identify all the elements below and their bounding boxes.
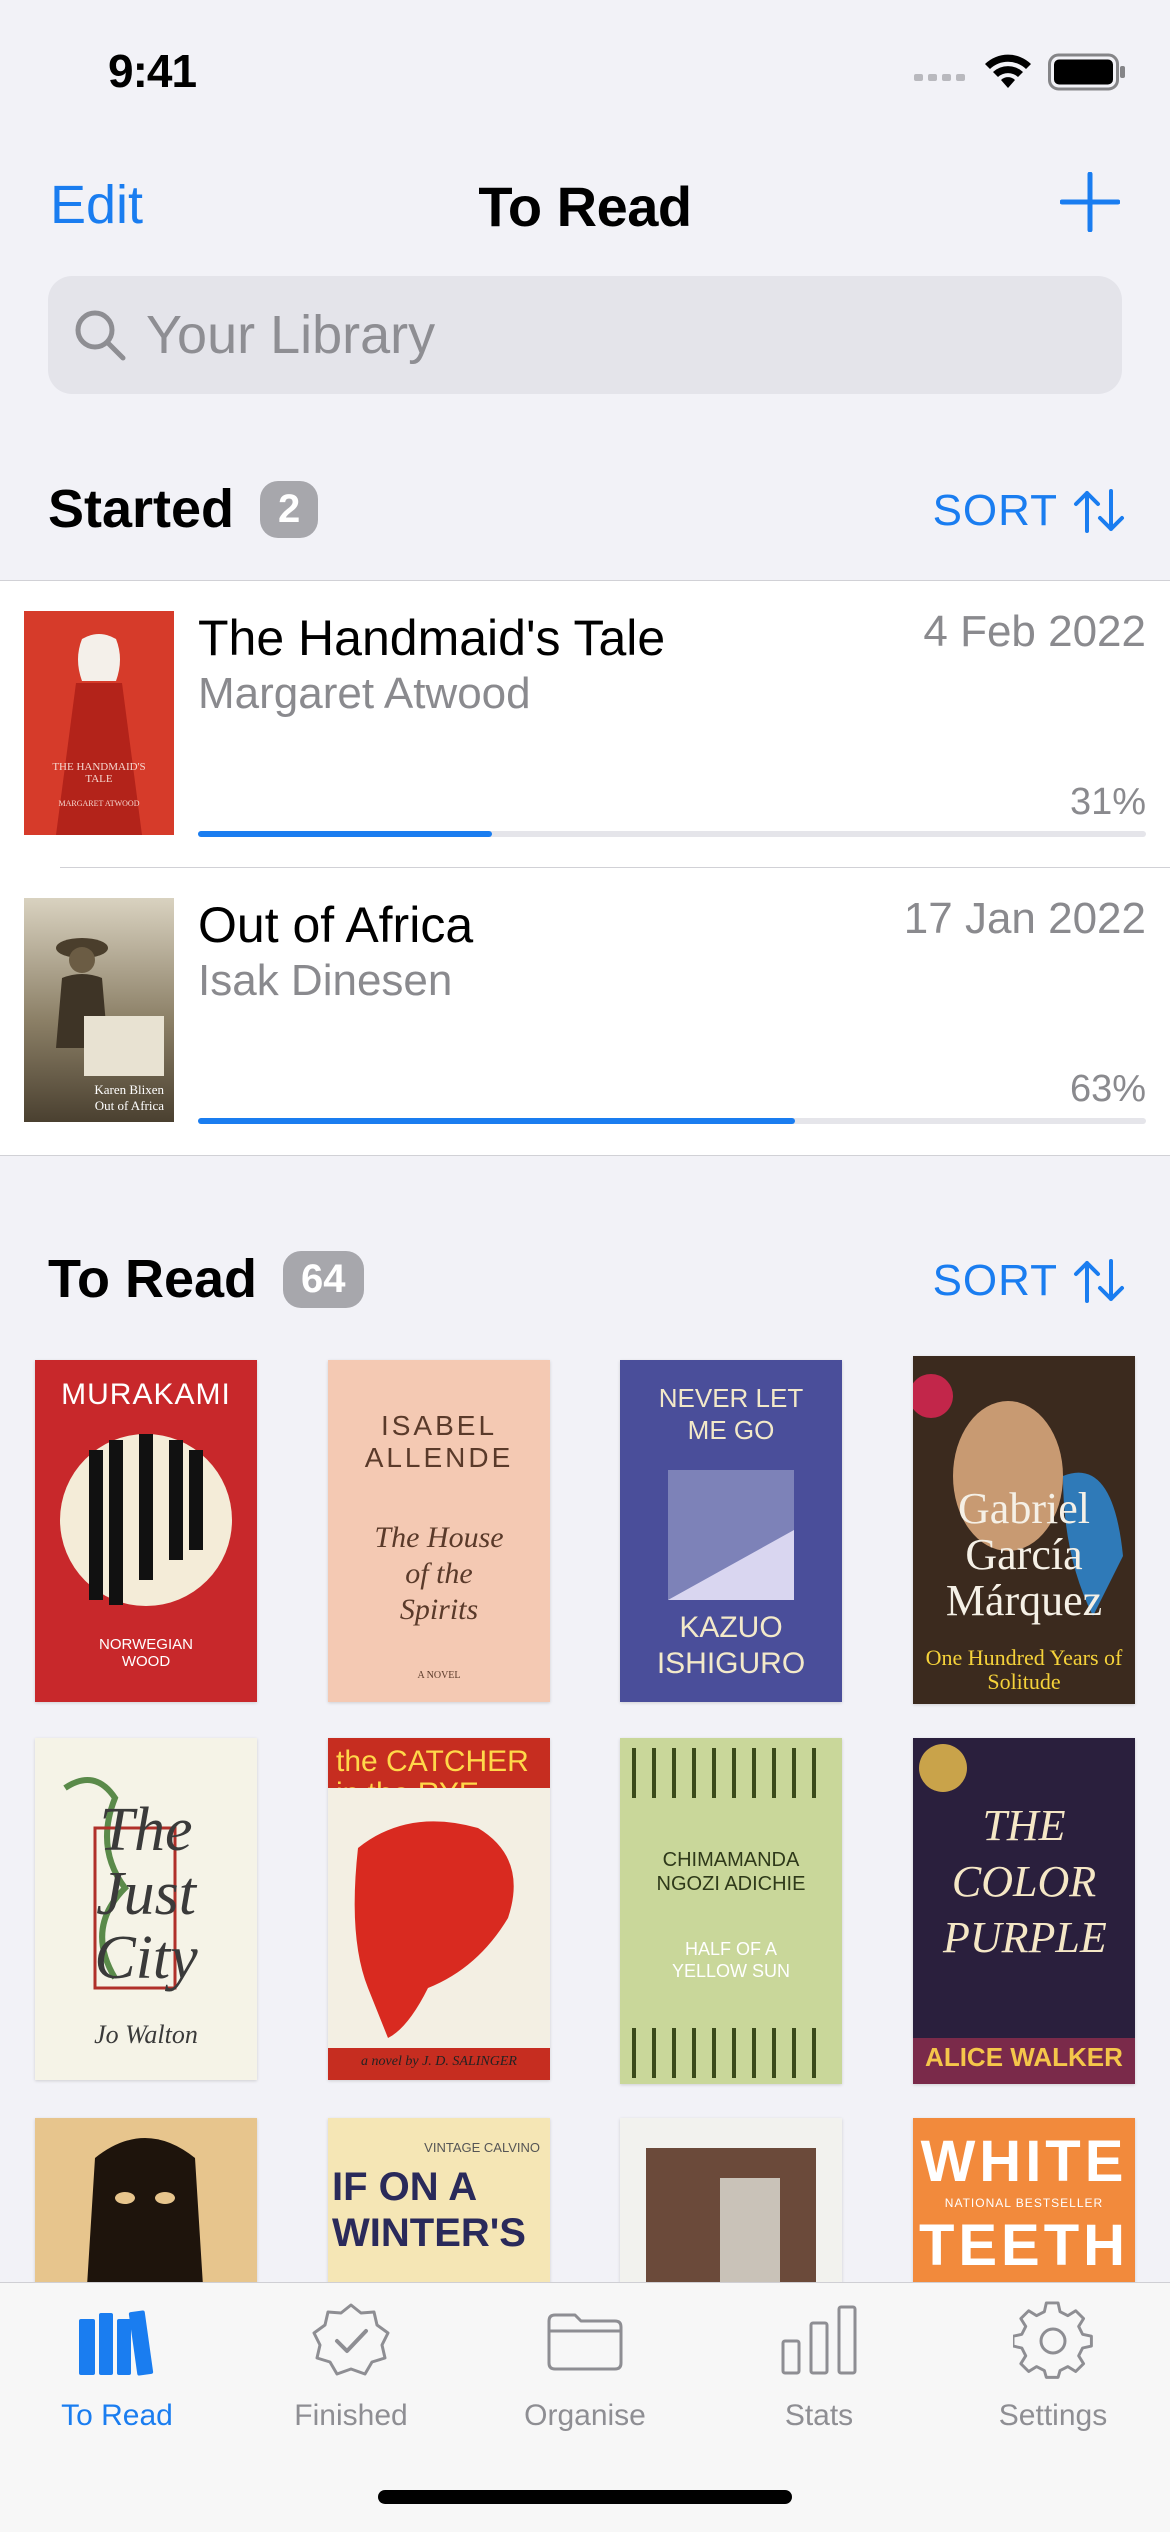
book-cover-catcher-in-the-rye[interactable]: the CATCHER in the RYE a novel by J. D. … — [328, 1738, 550, 2080]
gear-icon — [1013, 2301, 1093, 2379]
book-date: 17 Jan 2022 — [903, 894, 1146, 943]
cover-author: ALICE WALKER — [925, 2042, 1123, 2072]
tab-to-read[interactable]: To Read — [0, 2283, 234, 2463]
chart-bar-icon — [781, 2305, 857, 2375]
cover-art — [60, 1434, 232, 1606]
count-badge: 2 — [260, 480, 319, 538]
navigation-bar: Edit To Read — [0, 150, 1170, 260]
home-indicator — [378, 2490, 792, 2504]
search-bar[interactable] — [48, 276, 1122, 394]
cover-art — [620, 1738, 842, 2084]
wifi-icon — [985, 54, 1031, 88]
tab-finished[interactable]: Finished — [234, 2283, 468, 2463]
started-list: THE HANDMAID'S TALE MARGARET ATWOOD The … — [0, 580, 1170, 1156]
cover-art — [668, 1470, 794, 1600]
sort-label: SORT — [932, 1256, 1058, 1305]
book-cover-house-of-the-spirits[interactable]: ISABEL ALLENDE The House of the Spirits … — [328, 1360, 550, 1702]
cover-author: Gabriel García Márquez — [945, 1484, 1103, 1625]
status-icons — [914, 52, 1126, 92]
count-badge: 64 — [283, 1250, 364, 1308]
book-cover-norwegian-wood[interactable]: MURAKAMI NORWEGIAN WOOD — [35, 1360, 257, 1702]
book-author: Margaret Atwood — [198, 669, 531, 718]
cover-author: KAZUO ISHIGURO — [656, 1611, 806, 1680]
book-cover-the-color-purple[interactable]: THE COLOR PURPLE ALICE WALKER — [913, 1738, 1135, 2084]
book-date: 4 Feb 2022 — [923, 607, 1146, 656]
book-cover-half-of-a-yellow-sun[interactable]: CHIMAMANDA NGOZI ADICHIE HALF OF A YELLO… — [620, 1738, 842, 2084]
cover-subtitle: A NOVEL — [417, 1670, 461, 1681]
cover-title: NORWEGIAN WOOD — [99, 1636, 193, 1670]
cover-series: VINTAGE CALVINO — [424, 2140, 540, 2155]
cover-title: IF ON A WINTER'S — [332, 2165, 526, 2255]
section-title-to-read: To Read — [48, 1249, 258, 1309]
cover-tagline: NATIONAL BESTSELLER — [944, 2196, 1104, 2210]
book-cover: THE HANDMAID'S TALE MARGARET ATWOOD — [24, 611, 174, 835]
cover-author: MARGARET ATWOOD — [58, 799, 140, 808]
search-icon — [75, 310, 126, 361]
cover-art — [328, 1788, 550, 2048]
sort-arrows-icon — [1074, 489, 1124, 533]
cellular-signal-icon — [914, 74, 965, 81]
tab-label: Stats — [784, 2399, 854, 2432]
progress-fill — [198, 1118, 796, 1124]
sort-button-started[interactable]: SORT — [933, 486, 1126, 536]
book-cover-the-just-city[interactable]: The Just City Jo Walton — [35, 1738, 257, 2080]
status-bar: 9:41 — [0, 0, 1170, 140]
page-title: To Read — [478, 175, 692, 238]
cover-title-bottom: TEETH — [918, 2213, 1130, 2278]
cover-author: ISABEL ALLENDE — [364, 1410, 514, 1473]
tab-label: To Read — [61, 2399, 173, 2432]
sort-button-to-read[interactable]: SORT — [933, 1256, 1126, 1306]
cover-title: HALF OF A YELLOW SUN — [671, 1939, 791, 1981]
book-title: The Handmaid's Tale — [198, 610, 666, 666]
cover-author: Jo Walton — [94, 2020, 198, 2049]
to-read-section-header: To Read 64 SORT — [0, 1220, 1170, 1340]
book-author: Isak Dinesen — [198, 956, 453, 1005]
status-time: 9:41 — [108, 45, 197, 97]
list-item[interactable]: THE HANDMAID'S TALE MARGARET ATWOOD The … — [0, 581, 1170, 868]
cover-title: Out of Africa — [94, 1098, 164, 1113]
folder-icon — [547, 2313, 623, 2371]
sort-arrows-icon — [1074, 1259, 1124, 1303]
cover-title: One Hundred Years of Solitude — [925, 1645, 1123, 1694]
add-icon[interactable] — [1060, 172, 1120, 232]
cover-title: The Just City — [94, 1796, 198, 1992]
started-section-header: Started 2 SORT — [0, 450, 1170, 570]
progress-percent: 63% — [1069, 1068, 1146, 1110]
cover-title: THE COLOR PURPLE — [943, 1801, 1107, 1962]
sort-label: SORT — [932, 486, 1058, 535]
progress-bar — [198, 831, 1146, 837]
tab-organise[interactable]: Organise — [468, 2283, 702, 2463]
book-title: Out of Africa — [198, 897, 474, 953]
cover-title: NEVER LET ME GO — [658, 1383, 804, 1445]
cover-title: THE HANDMAID'S TALE — [52, 761, 146, 785]
book-cover-one-hundred-years[interactable]: Gabriel García Márquez One Hundred Years… — [913, 1356, 1135, 1704]
progress-bar — [198, 1118, 1146, 1124]
tab-label: Settings — [998, 2399, 1108, 2432]
tab-stats[interactable]: Stats — [702, 2283, 936, 2463]
checkmark-seal-icon — [312, 2303, 390, 2376]
cover-author: Karen Blixen — [94, 1082, 164, 1097]
book-cover-never-let-me-go[interactable]: NEVER LET ME GO KAZUO ISHIGURO — [620, 1360, 842, 1702]
cover-title-top: WHITE — [920, 2129, 1128, 2194]
list-item[interactable]: Karen Blixen Out of Africa Out of Africa… — [0, 868, 1170, 1154]
tab-label: Finished — [294, 2399, 408, 2432]
cover-author: MURAKAMI — [61, 1378, 231, 1411]
battery-icon — [1048, 53, 1125, 91]
search-input[interactable] — [146, 304, 1046, 366]
tab-label: Organise — [524, 2399, 646, 2432]
cover-author: CHIMAMANDA NGOZI ADICHIE — [656, 1849, 806, 1895]
section-title-started: Started — [48, 479, 235, 539]
books-icon — [79, 2310, 154, 2376]
progress-percent: 31% — [1069, 781, 1146, 823]
tab-settings[interactable]: Settings — [936, 2283, 1170, 2463]
book-cover: Karen Blixen Out of Africa — [24, 898, 174, 1122]
cover-title: The House of the Spirits — [374, 1521, 504, 1626]
cover-author: a novel by J. D. SALINGER — [361, 2054, 517, 2069]
progress-fill — [198, 831, 492, 837]
